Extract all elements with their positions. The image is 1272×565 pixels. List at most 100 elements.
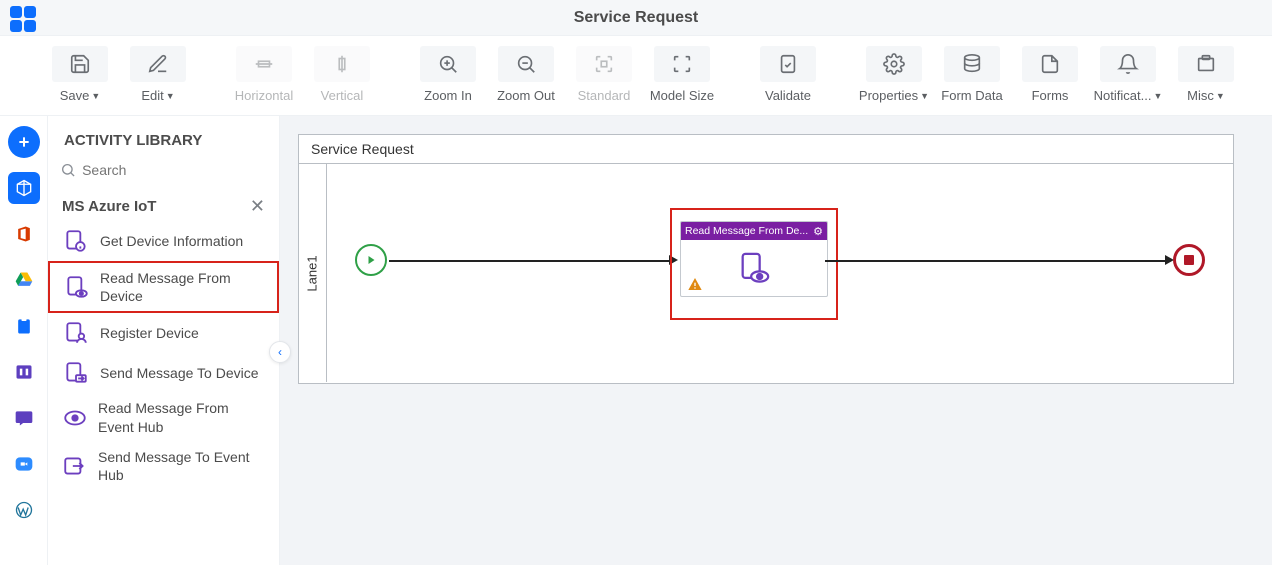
gear-icon: [866, 46, 922, 82]
misc-label: Misc: [1187, 88, 1214, 103]
chevron-left-icon: ‹: [278, 345, 282, 359]
stop-icon: [1184, 255, 1194, 265]
sidebar-title: ACTIVITY LIBRARY: [48, 116, 279, 157]
vertical-label: Vertical: [321, 88, 364, 103]
search-icon: [60, 161, 76, 179]
folder-icon: [1178, 46, 1234, 82]
device-eye-icon: [735, 251, 773, 285]
activity-label: Send Message To Event Hub: [98, 448, 265, 484]
device-eye-icon: [64, 273, 90, 301]
chevron-down-icon: ▼: [1216, 91, 1225, 101]
search-input[interactable]: [82, 162, 267, 178]
activity-list: Get Device Information Read Message From…: [48, 221, 279, 490]
sequence-flow[interactable]: [389, 260, 672, 262]
process-title[interactable]: Service Request: [299, 135, 1233, 164]
rail-wordpress-icon[interactable]: [8, 494, 40, 526]
main: ACTIVITY LIBRARY MS Azure IoT ✕ Get Devi…: [0, 116, 1272, 565]
lane-content[interactable]: Read Message From De... ⚙: [327, 164, 1233, 382]
validate-button[interactable]: Validate: [752, 46, 824, 103]
align-horizontal-button[interactable]: Horizontal: [228, 46, 300, 103]
activity-read-message-from-device[interactable]: Read Message From Device: [48, 261, 279, 313]
activity-send-message-to-event-hub[interactable]: Send Message To Event Hub: [48, 442, 279, 490]
rail-office-icon[interactable]: [8, 218, 40, 250]
add-button[interactable]: [8, 126, 40, 158]
task-title: Read Message From De...: [685, 225, 808, 237]
activity-label: Read Message From Device: [100, 269, 263, 305]
task-read-message-from-device[interactable]: Read Message From De... ⚙: [680, 221, 828, 297]
form-data-button[interactable]: Form Data: [936, 46, 1008, 103]
edit-label: Edit: [141, 88, 163, 103]
activity-label: Read Message From Event Hub: [98, 399, 265, 435]
activity-label: Send Message To Device: [100, 364, 259, 382]
rail-drive-icon[interactable]: [8, 264, 40, 296]
activity-get-device-information[interactable]: Get Device Information: [48, 221, 279, 261]
edit-button[interactable]: Edit▼: [122, 46, 194, 103]
zoom-in-icon: [420, 46, 476, 82]
gear-icon[interactable]: ⚙: [813, 225, 823, 238]
notifications-button[interactable]: Notificat...▼: [1092, 46, 1164, 103]
collapse-sidebar-button[interactable]: ‹: [269, 341, 291, 363]
chevron-down-icon: ▼: [920, 91, 929, 101]
rail-clipboard-icon[interactable]: [8, 310, 40, 342]
model-size-button[interactable]: Model Size: [646, 46, 718, 103]
send-arrow-icon: [62, 452, 88, 480]
start-event[interactable]: [355, 244, 387, 276]
sequence-flow[interactable]: [825, 260, 1168, 262]
notifications-label: Notificat...: [1094, 88, 1152, 103]
save-button[interactable]: Save▼: [44, 46, 116, 103]
rail-chat-icon[interactable]: [8, 402, 40, 434]
eye-icon: [62, 404, 88, 432]
align-vertical-button[interactable]: Vertical: [306, 46, 378, 103]
search-row: [48, 157, 279, 189]
zoom-out-label: Zoom Out: [497, 88, 555, 103]
device-info-icon: [62, 227, 90, 255]
zoom-out-button[interactable]: Zoom Out: [490, 46, 562, 103]
misc-button[interactable]: Misc▼: [1170, 46, 1242, 103]
form-data-label: Form Data: [941, 88, 1002, 103]
zoom-in-label: Zoom In: [424, 88, 472, 103]
task-body: [681, 240, 827, 296]
close-icon[interactable]: ✕: [250, 197, 265, 215]
rail-activity-library[interactable]: [8, 172, 40, 204]
align-horizontal-icon: [236, 46, 292, 82]
zoom-standard-button[interactable]: Standard: [568, 46, 640, 103]
forms-button[interactable]: Forms: [1014, 46, 1086, 103]
activity-label: Register Device: [100, 324, 199, 342]
device-user-icon: [62, 319, 90, 347]
document-icon: [1022, 46, 1078, 82]
properties-button[interactable]: Properties▼: [858, 46, 930, 103]
rail-zoom-icon[interactable]: [8, 448, 40, 480]
activity-library-panel: ACTIVITY LIBRARY MS Azure IoT ✕ Get Devi…: [48, 116, 280, 565]
forms-label: Forms: [1032, 88, 1069, 103]
chevron-down-icon: ▼: [166, 91, 175, 101]
zoom-in-button[interactable]: Zoom In: [412, 46, 484, 103]
edit-icon: [130, 46, 186, 82]
warning-icon: [687, 276, 703, 292]
app-switcher-icon[interactable]: [10, 6, 36, 32]
rail-layout-icon[interactable]: [8, 356, 40, 388]
lane-label-column[interactable]: Lane1: [299, 164, 327, 382]
toolbar: Save▼ Edit▼ Horizontal Vertical Zoom In …: [0, 36, 1272, 116]
activity-register-device[interactable]: Register Device: [48, 313, 279, 353]
model-size-icon: [654, 46, 710, 82]
save-icon: [52, 46, 108, 82]
database-icon: [944, 46, 1000, 82]
end-event[interactable]: [1173, 244, 1205, 276]
properties-label: Properties: [859, 88, 918, 103]
activity-read-message-from-event-hub[interactable]: Read Message From Event Hub: [48, 393, 279, 441]
save-label: Save: [60, 88, 90, 103]
horizontal-label: Horizontal: [235, 88, 294, 103]
left-rail: [0, 116, 48, 565]
page-title: Service Request: [574, 9, 699, 27]
validate-label: Validate: [765, 88, 811, 103]
device-send-icon: [62, 359, 90, 387]
chevron-down-icon: ▼: [91, 91, 100, 101]
align-vertical-icon: [314, 46, 370, 82]
canvas-area[interactable]: Service Request Lane1 Read Message From …: [280, 116, 1272, 565]
lane-label: Lane1: [305, 255, 320, 291]
activity-send-message-to-device[interactable]: Send Message To Device: [48, 353, 279, 393]
category-label: MS Azure IoT: [62, 198, 156, 215]
category-header: MS Azure IoT ✕: [48, 189, 279, 221]
task-header: Read Message From De... ⚙: [681, 222, 827, 240]
chevron-down-icon: ▼: [1153, 91, 1162, 101]
